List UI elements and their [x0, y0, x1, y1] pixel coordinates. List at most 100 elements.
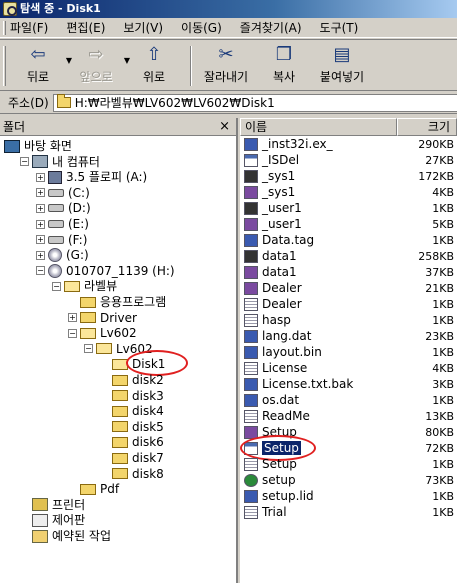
file-row[interactable]: setup 73KB: [240, 472, 457, 488]
collapse-icon[interactable]: −: [20, 157, 29, 167]
file-row[interactable]: _sys1 172KB: [240, 168, 457, 184]
tree-item-label: disk8: [132, 466, 164, 481]
tree-item-11[interactable]: + Driver: [68, 310, 137, 326]
file-row[interactable]: Trial 1KB: [240, 504, 457, 520]
file-size-cell: 1KB: [432, 457, 454, 471]
menu-view[interactable]: 보기(V): [123, 19, 163, 36]
column-size-header[interactable]: 크기: [397, 118, 457, 136]
tree-item-22[interactable]: Pdf: [68, 481, 119, 497]
tree-item-5[interactable]: + (E:): [36, 216, 89, 232]
expand-icon[interactable]: +: [36, 235, 45, 245]
file-com-icon: [244, 265, 258, 279]
forward-button[interactable]: ⇨ 앞으로 ▼: [68, 42, 130, 90]
tree-item-label: (D:): [68, 201, 91, 216]
file-row[interactable]: os.dat 1KB: [240, 392, 457, 408]
paste-button[interactable]: ▤ 붙여넣기: [314, 42, 370, 90]
collapse-icon[interactable]: −: [52, 281, 61, 291]
file-row[interactable]: _inst32i.ex_ 290KB: [240, 136, 457, 152]
tree-item-12[interactable]: − Lv602: [68, 325, 137, 341]
expand-icon[interactable]: +: [36, 250, 45, 260]
tree-item-18[interactable]: disk5: [100, 419, 164, 435]
file-row[interactable]: License 4KB: [240, 360, 457, 376]
tree-item-19[interactable]: disk6: [100, 434, 164, 450]
column-name-header[interactable]: 이름: [240, 118, 397, 136]
expand-icon[interactable]: +: [36, 172, 45, 182]
file-row[interactable]: data1 37KB: [240, 264, 457, 280]
menu-favorites[interactable]: 즐겨찾기(A): [240, 19, 302, 36]
file-row[interactable]: data1 258KB: [240, 248, 457, 264]
expand-icon[interactable]: +: [36, 203, 45, 213]
file-row[interactable]: Setup 72KB: [240, 435, 457, 461]
tree-item-10[interactable]: 응용프로그램: [68, 294, 166, 310]
file-row[interactable]: layout.bin 1KB: [240, 344, 457, 360]
file-name: _sys1: [262, 169, 296, 183]
tree-item-label: 3.5 플로피 (A:): [66, 170, 148, 185]
collapse-icon[interactable]: −: [84, 344, 93, 354]
file-row[interactable]: _user1 1KB: [240, 200, 457, 216]
tree-item-2[interactable]: +3.5 플로피 (A:): [36, 169, 147, 185]
tree-item-17[interactable]: disk4: [100, 403, 164, 419]
file-row[interactable]: ReadMe 13KB: [240, 408, 457, 424]
tree-item-20[interactable]: disk7: [100, 450, 164, 466]
tree-item-21[interactable]: disk8: [100, 466, 164, 482]
tree-item-7[interactable]: + (G:): [36, 247, 89, 263]
cut-button[interactable]: ✂ 잘라내기: [198, 42, 254, 90]
tree-item-25[interactable]: 예약된 작업: [20, 528, 111, 544]
printer-icon: [32, 498, 48, 512]
expand-icon[interactable]: +: [36, 188, 45, 198]
address-input[interactable]: H:₩라벨뷰₩LV602₩LV602₩Disk1: [52, 93, 457, 112]
tree-item-6[interactable]: + (F:): [36, 232, 87, 248]
file-row[interactable]: Dealer 21KB: [240, 280, 457, 296]
copy-button[interactable]: ❐ 복사: [256, 42, 312, 90]
file-row[interactable]: lang.dat 23KB: [240, 328, 457, 344]
tree-item-24[interactable]: 제어판: [20, 512, 85, 528]
tree-item-0[interactable]: 바탕 화면: [4, 138, 72, 154]
file-inst-icon: [244, 233, 258, 247]
file-row[interactable]: _sys1 4KB: [240, 184, 457, 200]
collapse-icon[interactable]: −: [36, 266, 45, 276]
collapse-icon[interactable]: −: [68, 328, 77, 338]
folder-icon: [80, 296, 96, 308]
file-row[interactable]: setup.lid 1KB: [240, 488, 457, 504]
file-row[interactable]: Dealer 1KB: [240, 296, 457, 312]
menu-go[interactable]: 이동(G): [181, 19, 222, 36]
menu-tools[interactable]: 도구(T): [320, 19, 359, 36]
file-row[interactable]: Data.tag 1KB: [240, 232, 457, 248]
file-name-cell: _sys1: [240, 185, 397, 199]
menu-edit[interactable]: 편집(E): [66, 19, 105, 36]
file-name-cell: Trial: [240, 505, 397, 519]
tree-item-9[interactable]: − 라벨뷰: [52, 278, 117, 294]
tree-item-16[interactable]: disk3: [100, 388, 164, 404]
expand-icon[interactable]: +: [68, 313, 77, 323]
up-button[interactable]: ⇧ 위로: [126, 42, 182, 90]
file-row[interactable]: _user1 5KB: [240, 216, 457, 232]
expand-icon[interactable]: +: [36, 219, 45, 229]
back-button[interactable]: ⇦ 뒤로 ▼: [10, 42, 72, 90]
address-label: 주소(D): [8, 96, 49, 110]
file-row[interactable]: Setup 1KB: [240, 456, 457, 472]
file-row[interactable]: hasp 1KB: [240, 312, 457, 328]
tree-item-label: 내 컴퓨터: [52, 154, 100, 169]
file-name: Dealer: [262, 281, 302, 295]
tree-item-label: (G:): [66, 248, 89, 263]
file-name-cell: data1: [240, 265, 397, 279]
menubar-grip[interactable]: [3, 21, 6, 35]
close-icon[interactable]: ×: [219, 119, 230, 134]
tree-item-8[interactable]: − 010707_1139 (H:): [36, 263, 175, 279]
menu-file[interactable]: 파일(F): [10, 19, 48, 36]
tree-item-1[interactable]: − 내 컴퓨터: [20, 154, 100, 170]
tree-item-4[interactable]: + (D:): [36, 200, 91, 216]
file-name-cell: _sys1: [240, 169, 397, 183]
toolbar-grip[interactable]: [3, 46, 6, 86]
file-com-icon: [244, 217, 258, 231]
tree-item-15[interactable]: disk2: [100, 372, 164, 388]
toolbar: ⇦ 뒤로 ▼ ⇨ 앞으로 ▼ ⇧ 위로 ✂ 잘라내기 ❐ 복사 ▤ 붙여넣기: [0, 39, 457, 91]
desktop-icon: [4, 139, 20, 153]
file-row[interactable]: License.txt.bak 3KB: [240, 376, 457, 392]
tree-item-label: (F:): [68, 232, 88, 247]
file-name-cell: _user1: [240, 217, 397, 231]
tree-item-3[interactable]: + (C:): [36, 185, 90, 201]
file-size-cell: 80KB: [425, 425, 454, 439]
file-row[interactable]: _ISDel 27KB: [240, 152, 457, 168]
tree-item-23[interactable]: 프린터: [20, 497, 85, 513]
